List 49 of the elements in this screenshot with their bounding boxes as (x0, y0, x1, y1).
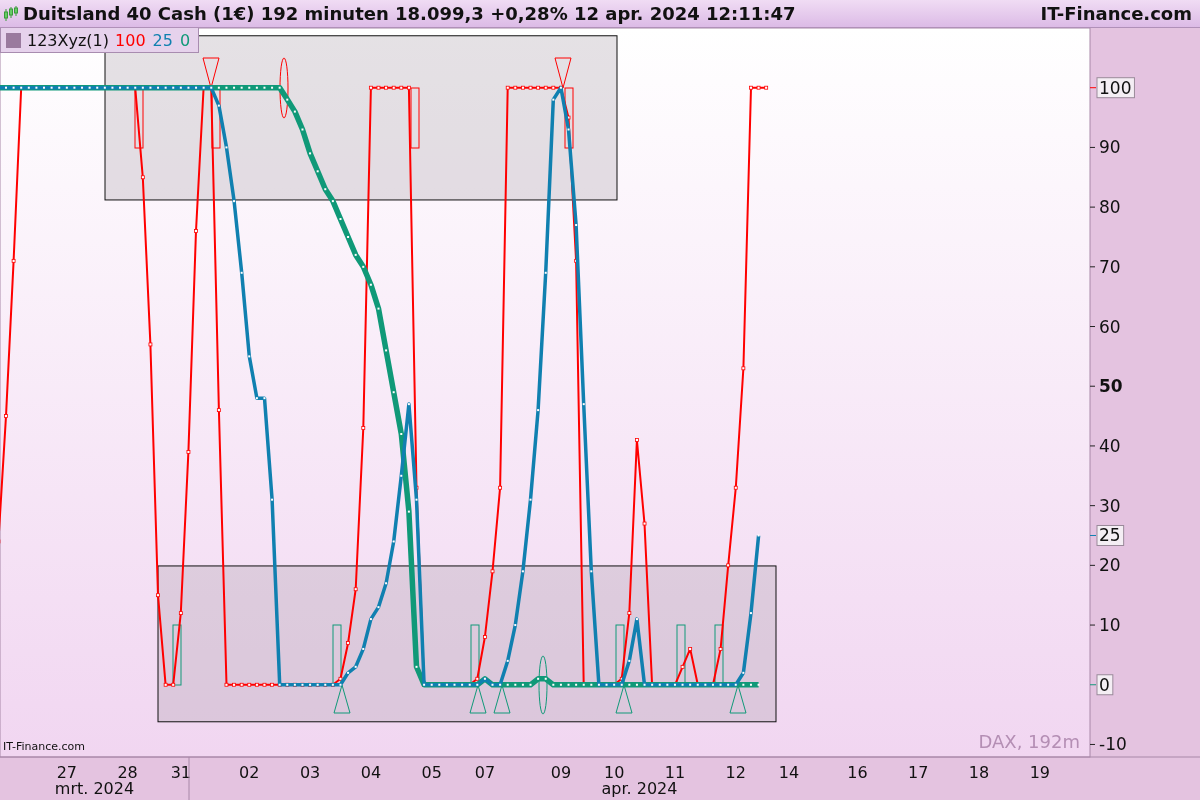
x-axis-label: 18 (968, 763, 990, 782)
y-axis-label: 10 (1089, 615, 1121, 636)
x-axis-label: 04 (360, 763, 382, 782)
x-axis-label: 19 (1029, 763, 1050, 782)
chart-title: Duitsland 40 Cash (1€) 192 minuten 18.099,3 +0,28% 12 apr. 2024 12:11:47 (23, 3, 796, 24)
y-axis-label: -10 (1089, 734, 1127, 755)
candlestick-icon (4, 5, 18, 22)
indicator-swatch (6, 32, 21, 48)
month-label: mrt. 2024 (54, 779, 135, 798)
y-axis-label: 50 (1089, 376, 1123, 397)
y-tick-label: 50 (1099, 376, 1123, 397)
legend-value: 25 (152, 30, 173, 50)
y-tick-label: 60 (1099, 316, 1121, 337)
y-tick-label: 80 (1099, 197, 1121, 218)
y-axis-label: 40 (1089, 435, 1121, 456)
y-tick-label: 20 (1099, 555, 1121, 576)
y-tick-label: 70 (1099, 256, 1121, 277)
legend-value: 100 (115, 30, 146, 50)
y-axis-label: 30 (1089, 495, 1121, 516)
y-axis-label: 20 (1089, 555, 1121, 576)
x-axis-label: 31 (170, 763, 191, 782)
y-axis-label: 70 (1089, 256, 1121, 277)
x-axis-label: 07 (474, 763, 496, 782)
month-label: apr. 2024 (601, 779, 678, 798)
instrument-label: DAX, 192m (978, 731, 1080, 752)
y-tick-label: -10 (1099, 734, 1127, 755)
indicator-name: 123Xyz(1) (27, 30, 110, 50)
x-axis-label: 27 (56, 763, 77, 782)
y-tick-label: 10 (1099, 615, 1121, 636)
x-axis-label: 14 (778, 763, 800, 782)
x-axis-label: 11 (664, 763, 686, 782)
y-tick-label: 90 (1099, 137, 1121, 158)
x-axis-label: 02 (239, 763, 260, 782)
x-axis-label: 12 (725, 763, 746, 782)
y-axis-label: 90 (1089, 137, 1121, 158)
x-axis-label: 28 (117, 763, 138, 782)
y-tick-label: 40 (1099, 435, 1121, 456)
x-axis-label: 05 (421, 763, 442, 782)
legend-value: 0 (179, 30, 191, 50)
site-name: IT-Finance.com (1040, 3, 1192, 24)
x-axis-label: 03 (299, 763, 321, 782)
x-axis-label: 10 (603, 763, 625, 782)
y-axis-label: 80 (1089, 197, 1121, 218)
x-axis-label: 16 (847, 763, 868, 782)
y-axis-label: 60 (1089, 316, 1121, 337)
y-tick-label: 30 (1099, 495, 1121, 516)
x-axis-label: 09 (550, 763, 572, 782)
source-label: IT-Finance.com (3, 740, 85, 753)
x-axis-label: 17 (908, 763, 929, 782)
